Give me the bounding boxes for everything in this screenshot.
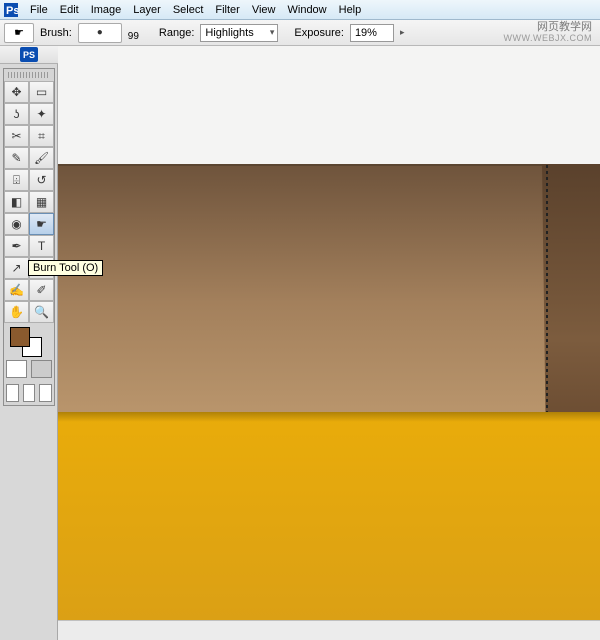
gradient-icon: ▦ (36, 195, 47, 209)
heal-icon: ✎ (11, 151, 21, 165)
toolbox-grip[interactable] (8, 72, 50, 78)
brush-preset-picker[interactable]: ● (78, 23, 122, 43)
crop-icon: ✂ (11, 129, 21, 143)
tool-blur[interactable]: ◉ (4, 213, 29, 235)
slice-icon: ⌗ (38, 129, 45, 144)
pen-icon: ✒ (11, 239, 21, 253)
status-bar (58, 620, 600, 640)
tool-notes[interactable]: ✍ (4, 279, 29, 301)
watermark-line1: 网页教学网 (504, 22, 593, 34)
menu-window[interactable]: Window (282, 2, 333, 18)
canvas-area[interactable] (58, 46, 600, 620)
tool-marquee[interactable]: ▭ (29, 81, 54, 103)
burn-icon: ☛ (36, 217, 47, 231)
quickmask-mode-button[interactable] (31, 360, 52, 378)
menu-bar: Ps FileEditImageLayerSelectFilterViewWin… (0, 0, 600, 20)
tool-eraser[interactable]: ◧ (4, 191, 29, 213)
menu-help[interactable]: Help (333, 2, 368, 18)
tool-pen[interactable]: ✒ (4, 235, 29, 257)
blur-icon: ◉ (11, 217, 21, 231)
screen-mode-2[interactable] (23, 384, 36, 402)
watermark-line2: WWW.WEBJX.COM (504, 34, 593, 43)
exposure-value: 19% (355, 27, 377, 39)
type-icon: T (38, 239, 45, 253)
history-icon: ↺ (36, 173, 46, 187)
artwork-box-front (58, 412, 600, 620)
tool-zoom[interactable]: 🔍 (29, 301, 54, 323)
tool-brush[interactable]: 🖌 (29, 147, 54, 169)
move-icon: ✥ (11, 85, 21, 99)
tool-heal[interactable]: ✎ (4, 147, 29, 169)
tool-slice[interactable]: ⌗ (29, 125, 54, 147)
tool-preset-picker[interactable]: ☛ (4, 23, 34, 43)
selection-marquee (546, 164, 548, 414)
eraser-icon: ◧ (11, 195, 22, 209)
zoom-icon: 🔍 (34, 305, 49, 319)
artwork-shadow (58, 412, 600, 422)
toolbox: ✥▭ʖ✦✂⌗✎🖌⌹↺◧▦◉☛✒T↗▢✍✐✋🔍 (3, 68, 55, 406)
stamp-icon: ⌹ (13, 173, 20, 188)
watermark: 网页教学网 WWW.WEBJX.COM (504, 22, 593, 43)
color-swatches[interactable] (4, 323, 54, 357)
document-tab[interactable]: PS (0, 46, 58, 64)
screen-mode-3[interactable] (39, 384, 52, 402)
range-label: Range: (159, 27, 194, 39)
range-select[interactable]: Highlights (200, 24, 278, 42)
tool-wand[interactable]: ✦ (29, 103, 54, 125)
menu-filter[interactable]: Filter (209, 2, 245, 18)
artwork-box-flap (542, 164, 600, 414)
tool-gradient[interactable]: ▦ (29, 191, 54, 213)
range-value: Highlights (205, 27, 253, 39)
tool-history[interactable]: ↺ (29, 169, 54, 191)
menu-file[interactable]: File (24, 2, 54, 18)
brush-size-value: 99 (128, 31, 139, 42)
tool-burn[interactable]: ☛ (29, 213, 54, 235)
menu-select[interactable]: Select (167, 2, 210, 18)
wand-icon: ✦ (36, 107, 46, 121)
notes-icon: ✍ (9, 283, 24, 297)
eyedrop-icon: ✐ (36, 283, 46, 297)
tool-eyedrop[interactable]: ✐ (29, 279, 54, 301)
artwork-box-interior (58, 164, 548, 414)
tool-tooltip: Burn Tool (O) (28, 260, 103, 276)
brush-icon: 🖌 (34, 151, 49, 165)
lasso-icon: ʖ (14, 107, 20, 121)
app-logo: Ps (2, 2, 20, 18)
tool-move[interactable]: ✥ (4, 81, 29, 103)
menu-view[interactable]: View (246, 2, 282, 18)
left-dock: PS ✥▭ʖ✦✂⌗✎🖌⌹↺◧▦◉☛✒T↗▢✍✐✋🔍 Burn Tool (O) (0, 46, 58, 640)
edit-mode-row (4, 357, 54, 381)
brush-label: Brush: (40, 27, 72, 39)
tool-hand[interactable]: ✋ (4, 301, 29, 323)
path-icon: ↗ (11, 261, 21, 275)
tool-crop[interactable]: ✂ (4, 125, 29, 147)
tool-type[interactable]: T (29, 235, 54, 257)
menu-edit[interactable]: Edit (54, 2, 85, 18)
ps-badge-icon: PS (20, 47, 38, 62)
screen-mode-1[interactable] (6, 384, 19, 402)
screen-mode-row (4, 381, 54, 405)
marquee-icon: ▭ (36, 85, 47, 99)
menu-layer[interactable]: Layer (127, 2, 167, 18)
tool-path[interactable]: ↗ (4, 257, 29, 279)
foreground-color-swatch[interactable] (10, 327, 30, 347)
svg-text:Ps: Ps (6, 5, 18, 17)
exposure-label: Exposure: (294, 27, 344, 39)
menu-image[interactable]: Image (85, 2, 128, 18)
tool-lasso[interactable]: ʖ (4, 103, 29, 125)
exposure-input[interactable]: 19% (350, 24, 394, 42)
tool-stamp[interactable]: ⌹ (4, 169, 29, 191)
hand-icon: ✋ (9, 305, 24, 319)
standard-mode-button[interactable] (6, 360, 27, 378)
